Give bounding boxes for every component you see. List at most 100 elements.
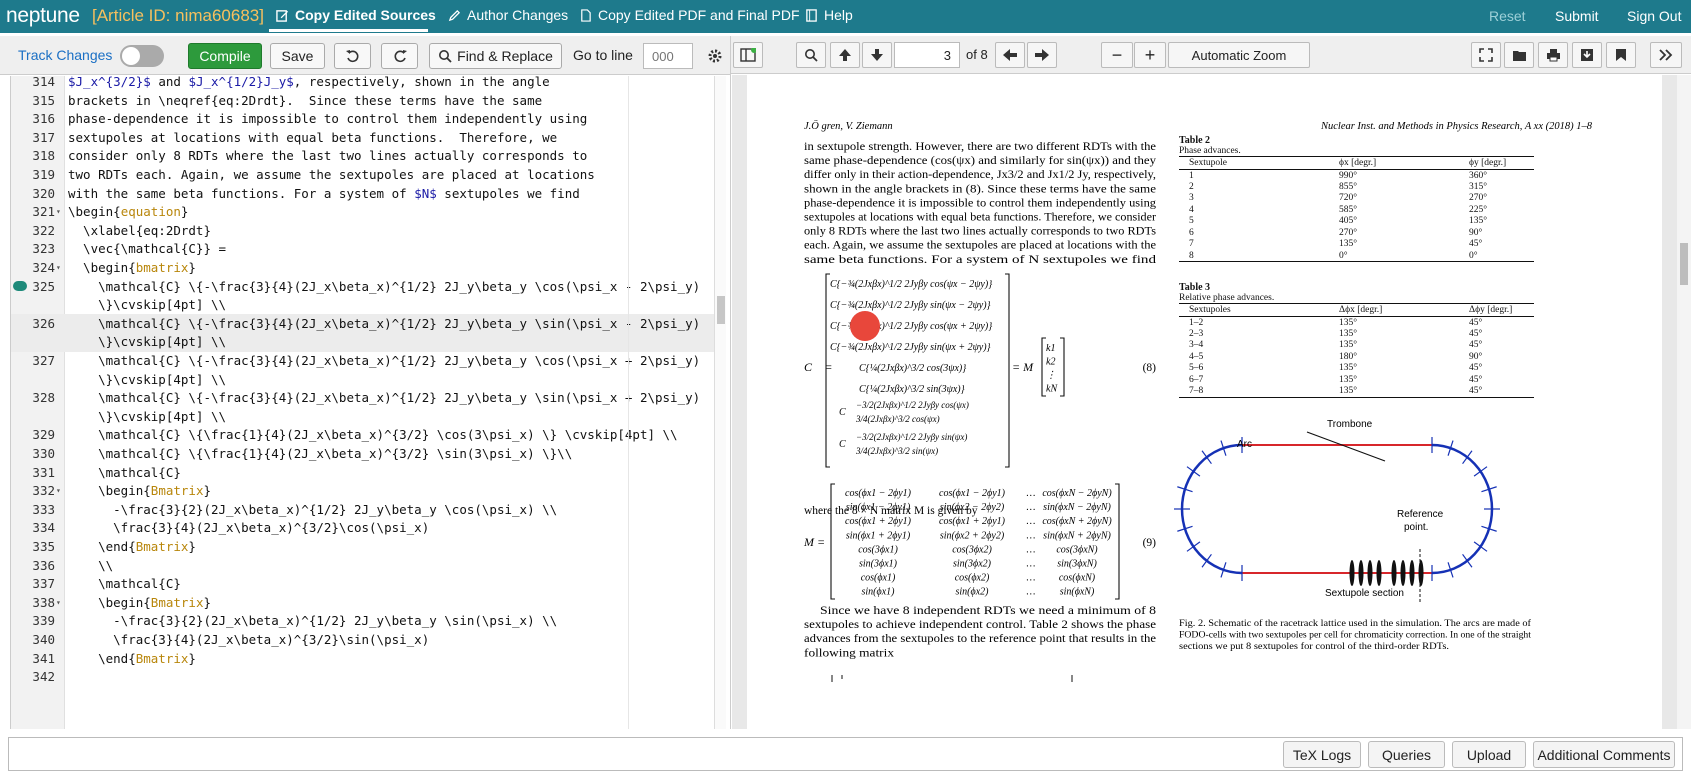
folder-icon xyxy=(1512,50,1526,61)
comment-icon[interactable] xyxy=(13,280,27,291)
tools-menu-button[interactable] xyxy=(1650,42,1682,68)
editor-line[interactable]: \}\cvskip[4pt] \\ xyxy=(11,370,715,390)
editor-line[interactable]: 339 -\frac{3}{2}(2J_x\beta_x)^{1/2} 2J_y… xyxy=(11,611,715,631)
editor-line[interactable]: 335 \end{Bmatrix} xyxy=(11,537,715,557)
bookmark-button[interactable] xyxy=(1606,42,1636,68)
scrollbar-thumb[interactable] xyxy=(717,296,725,324)
editor-line[interactable]: 324 ▾ \begin{bmatrix} xyxy=(11,258,715,278)
line-number: 342 xyxy=(32,669,55,685)
redo-button[interactable] xyxy=(381,43,418,69)
open-file-button[interactable] xyxy=(1504,42,1534,68)
goto-line-input[interactable] xyxy=(643,43,693,69)
print-button[interactable] xyxy=(1538,42,1568,68)
undo-button[interactable] xyxy=(334,43,371,69)
tex-logs-button[interactable]: TeX Logs xyxy=(1283,741,1361,768)
editor-line[interactable]: 318 consider only 8 RDTs where the last t… xyxy=(11,146,715,166)
line-number: 327 xyxy=(32,353,55,368)
table-cell: 270° xyxy=(1469,193,1488,204)
track-changes-toggle[interactable] xyxy=(120,45,164,67)
editor-line[interactable]: 316 phase-dependence it is impossible to … xyxy=(11,109,715,129)
editor-line[interactable]: 322 \xlabel{eq:2Drdt} xyxy=(11,221,715,241)
table-cell: 180° xyxy=(1339,351,1358,362)
editor-line[interactable]: 331 \mathcal{C} xyxy=(11,463,715,483)
paragraph-line: sextupoles at locations with equal beta … xyxy=(804,212,1156,224)
table-cell: 405° xyxy=(1339,216,1358,227)
compile-button[interactable]: Compile xyxy=(188,43,262,69)
arrow-up-icon xyxy=(839,49,851,61)
editor-scrollbar[interactable] xyxy=(714,76,726,729)
editor-line[interactable]: \}\cvskip[4pt] \\ xyxy=(11,407,715,427)
reset-link[interactable]: Reset xyxy=(1489,8,1526,24)
find-replace-button[interactable]: Find & Replace xyxy=(429,43,562,69)
editor-line[interactable]: 332 ▾ \begin{Bmatrix} xyxy=(11,481,715,501)
editor-line[interactable]: 317 sextupoles at locations with equal be… xyxy=(11,128,715,148)
editor-line[interactable]: 314 $J_x^{3/2}$ and $J_x^{1/2}J_y$, respe… xyxy=(11,76,715,92)
matrix-cell: … xyxy=(1027,573,1036,584)
matrix-cell: cos(ϕx1) xyxy=(861,573,896,584)
editor-line[interactable]: 334 \frac{3}{4}(2J_x\beta_x)^{3/2}\cos(\… xyxy=(11,518,715,538)
fold-toggle-icon[interactable]: ▾ xyxy=(56,593,61,613)
table-3: Table 3 Relative phase advances. Sextupo… xyxy=(1179,282,1534,398)
toggle-sidebar-button[interactable] xyxy=(733,42,763,68)
trombone-arrow xyxy=(1306,431,1386,462)
editor-line[interactable]: 325 \mathcal{C} \{-\frac{3}{4}(2J_x\beta… xyxy=(11,277,715,297)
pdf-viewer[interactable]: J.Ö gren, V. Ziemann Nuclear Inst. and M… xyxy=(732,75,1677,729)
editor-line[interactable]: \}\cvskip[4pt] \\ xyxy=(11,295,715,315)
fold-toggle-icon[interactable]: ▾ xyxy=(56,202,61,222)
line-number: 328 xyxy=(32,390,55,406)
editor-line[interactable]: 340 \frac{3}{4}(2J_x\beta_x)^{3/2}\sin(\… xyxy=(11,630,715,650)
additional-comments-button[interactable]: Additional Comments xyxy=(1533,741,1675,768)
editor-line[interactable]: 337 \mathcal{C} xyxy=(11,574,715,594)
pdf-search-button[interactable] xyxy=(796,42,826,68)
tab-help[interactable]: Help xyxy=(805,7,853,23)
line-number: 337 xyxy=(32,576,55,592)
editor-line[interactable]: 323 \vec{\mathcal{C}} = xyxy=(11,239,715,259)
pane-divider[interactable] xyxy=(730,36,731,729)
editor-line[interactable]: 342 xyxy=(11,667,715,687)
upload-button[interactable]: Upload xyxy=(1452,741,1526,768)
active-tab-underline xyxy=(269,29,428,32)
editor-line[interactable]: 338 ▾ \begin{Bmatrix} xyxy=(11,593,715,613)
previous-page-button[interactable] xyxy=(830,42,860,68)
editor-line[interactable]: 333 -\frac{3}{2}(2J_x\beta_x)^{1/2} 2J_y… xyxy=(11,500,715,520)
editor-line[interactable]: \}\cvskip[4pt] \\ xyxy=(11,332,715,353)
editor-line[interactable]: 327 \mathcal{C} \{-\frac{3}{4}(2J_x\beta… xyxy=(11,351,715,371)
back-button[interactable] xyxy=(995,42,1025,68)
forward-button[interactable] xyxy=(1027,42,1057,68)
editor-line[interactable]: 341 \end{Bmatrix} xyxy=(11,649,715,669)
page-number-input[interactable] xyxy=(894,42,960,68)
matrix-cell: sin(3ϕx1) xyxy=(859,559,898,570)
queries-button[interactable]: Queries xyxy=(1368,741,1445,768)
zoom-out-button[interactable]: − xyxy=(1101,42,1133,68)
fold-toggle-icon[interactable]: ▾ xyxy=(56,258,61,278)
redo-icon xyxy=(394,50,407,63)
zoom-in-button[interactable]: + xyxy=(1134,42,1166,68)
fold-toggle-icon[interactable]: ▾ xyxy=(56,481,61,501)
settings-button[interactable] xyxy=(702,43,728,69)
tab-author-changes[interactable]: Author Changes xyxy=(448,7,568,23)
download-button[interactable] xyxy=(1572,42,1602,68)
editor-line[interactable]: 326 \mathcal{C} \{-\frac{3}{4}(2J_x\beta… xyxy=(11,313,715,334)
sign-out-link[interactable]: Sign Out xyxy=(1627,8,1681,24)
scrollbar-thumb[interactable] xyxy=(1680,243,1688,285)
editor-line[interactable]: 329 \mathcal{C} \{\frac{1}{4}(2J_x\beta_… xyxy=(11,425,715,445)
presentation-mode-button[interactable] xyxy=(1471,42,1501,68)
table-header-cell: Δϕy [degr.] xyxy=(1469,303,1534,317)
zoom-select[interactable]: Automatic Zoom xyxy=(1168,42,1310,68)
editor-line[interactable]: 328 \mathcal{C} \{-\frac{3}{4}(2J_x\beta… xyxy=(11,388,715,408)
editor-line[interactable]: 330 \mathcal{C} \{\frac{1}{4}(2J_x\beta_… xyxy=(11,444,715,464)
tab-copy-edited-sources[interactable]: Copy Edited Sources xyxy=(276,7,436,23)
editor-line[interactable]: 321 ▾ \begin{equation} xyxy=(11,202,715,222)
source-editor[interactable]: 314 $J_x^{3/2}$ and $J_x^{1/2}J_y$, respe… xyxy=(10,76,726,729)
editor-line[interactable]: 319 two RDTs each. Again, we assume the s… xyxy=(11,165,715,185)
pdf-scrollbar[interactable] xyxy=(1677,75,1691,729)
editor-line[interactable]: 336 \\ xyxy=(11,556,715,576)
save-button[interactable]: Save xyxy=(270,43,325,69)
table-header-cell: Sextupole xyxy=(1179,156,1339,170)
tab-copy-edited-pdf[interactable]: Copy Edited PDF and Final PDF xyxy=(579,7,800,23)
next-page-button[interactable] xyxy=(862,42,892,68)
editor-line[interactable]: 320 with the same beta functions. For a s… xyxy=(11,184,715,204)
submit-link[interactable]: Submit xyxy=(1555,8,1599,24)
editor-line[interactable]: 315 brackets in \neqref{eq:2Drdt}. Since … xyxy=(11,91,715,111)
matrix-cell: … xyxy=(1027,587,1036,598)
